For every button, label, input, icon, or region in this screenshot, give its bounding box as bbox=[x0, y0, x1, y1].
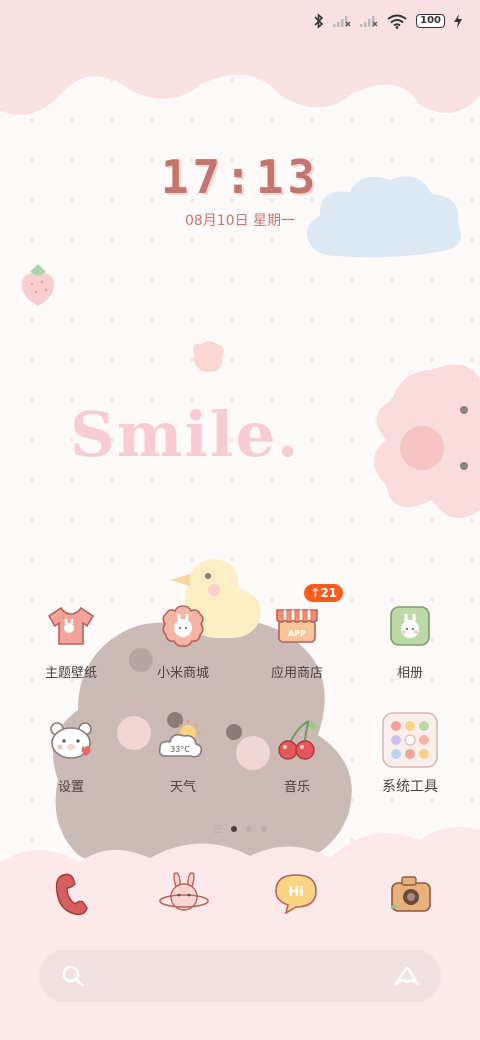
search-icon[interactable] bbox=[61, 964, 85, 988]
bear-settings-icon bbox=[43, 712, 99, 768]
assistant-icon[interactable] bbox=[393, 964, 421, 988]
signal-no-service-icon bbox=[333, 16, 351, 27]
dock-camera[interactable] bbox=[383, 866, 439, 922]
phone-icon bbox=[55, 873, 88, 916]
dock-messages[interactable] bbox=[156, 866, 212, 922]
app-label: 天气 bbox=[169, 780, 196, 795]
strawberry-decor bbox=[21, 264, 55, 306]
app-mi-store[interactable]: 小米商城 bbox=[128, 598, 238, 681]
bluetooth-icon bbox=[314, 13, 324, 29]
gallery-bunny-icon bbox=[382, 598, 438, 654]
smile-decor-text: Smile. bbox=[70, 398, 301, 471]
svg-text:APP: APP bbox=[288, 629, 306, 638]
dock-browser[interactable]: Hi bbox=[268, 866, 324, 922]
app-label: 系统工具 bbox=[382, 779, 438, 795]
app-store-awning-icon: APP ↑21 bbox=[269, 584, 343, 654]
weather-sun-cloud-icon: 33°C bbox=[155, 712, 211, 768]
search-bar[interactable] bbox=[39, 950, 441, 1002]
wifi-icon bbox=[387, 14, 407, 29]
signal-no-service-icon bbox=[360, 16, 378, 27]
update-count-badge: ↑21 bbox=[304, 584, 343, 602]
app-gallery[interactable]: 相册 bbox=[355, 598, 465, 681]
app-settings[interactable]: 设置 bbox=[16, 712, 126, 795]
app-label: 应用商店 bbox=[270, 666, 323, 681]
page-dot-active bbox=[230, 826, 237, 832]
status-bar: 100 bbox=[314, 10, 462, 32]
page-dot bbox=[245, 826, 252, 832]
app-label: 小米商城 bbox=[156, 666, 209, 681]
dock-phone[interactable] bbox=[44, 866, 100, 922]
page-indicator[interactable] bbox=[0, 825, 480, 833]
system-tools-folder-icon bbox=[382, 712, 438, 768]
weather-temp: 33°C bbox=[170, 745, 190, 754]
camera-icon bbox=[390, 876, 431, 912]
page-dot bbox=[260, 826, 267, 832]
cherry-music-icon bbox=[269, 712, 325, 768]
blue-cloud-decor bbox=[306, 176, 462, 258]
app-label: 主题壁纸 bbox=[44, 666, 97, 681]
app-label: 音乐 bbox=[283, 780, 310, 795]
tshirt-theme-icon bbox=[43, 598, 99, 654]
app-label: 相册 bbox=[396, 666, 423, 681]
app-label: 设置 bbox=[57, 780, 84, 795]
charging-icon bbox=[454, 14, 462, 28]
battery-icon: 100 bbox=[416, 14, 445, 28]
heart-blob-decor bbox=[193, 341, 224, 372]
app-theme-wallpaper[interactable]: 主题壁纸 bbox=[16, 598, 126, 681]
app-music[interactable]: 音乐 bbox=[242, 712, 352, 795]
app-system-tools-folder[interactable]: 系统工具 bbox=[355, 712, 465, 796]
app-app-store[interactable]: APP ↑21 应用商店 bbox=[242, 584, 352, 681]
hi-bubble-icon: Hi bbox=[275, 874, 317, 915]
page-indicator-menu bbox=[213, 825, 222, 833]
app-weather[interactable]: 33°C 天气 bbox=[128, 712, 238, 795]
bunny-planet-icon bbox=[159, 872, 209, 911]
flower-bunny-store-icon bbox=[155, 598, 211, 654]
svg-text:Hi: Hi bbox=[288, 885, 303, 900]
flower-bunny-decor bbox=[374, 364, 480, 518]
